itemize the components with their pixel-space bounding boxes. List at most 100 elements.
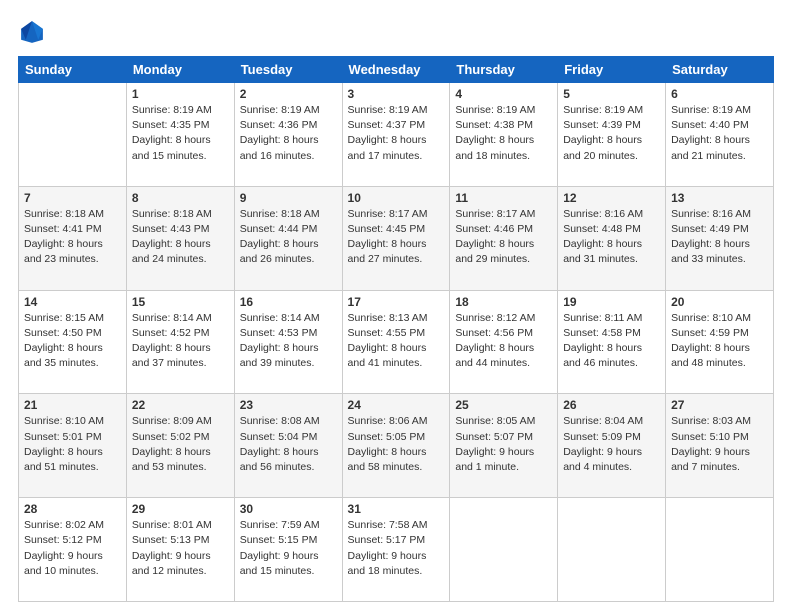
week-row-2: 14 Sunrise: 8:15 AMSunset: 4:50 PMDayligh…: [19, 290, 774, 394]
calendar-cell: 17Sunrise: 8:13 AMSunset: 4:55 PMDayligh…: [342, 290, 450, 394]
day-info: Sunrise: 8:11 AMSunset: 4:58 PMDaylight:…: [563, 311, 660, 372]
day-info: Sunrise: 8:18 AMSunset: 4:41 PMDaylight:…: [24, 207, 121, 268]
calendar-cell: 8Sunrise: 8:18 AMSunset: 4:43 PMDaylight…: [126, 186, 234, 290]
day-number: 20: [671, 295, 768, 309]
day-info: Sunrise: 8:08 AMSunset: 5:04 PMDaylight:…: [240, 414, 337, 475]
calendar-cell: 20 Sunrise: 8:10 AMSunset: 4:59 PMDayligh…: [666, 290, 774, 394]
week-row-1: 7 Sunrise: 8:18 AMSunset: 4:41 PMDaylight…: [19, 186, 774, 290]
day-number: 19: [563, 295, 660, 309]
calendar-cell: 7 Sunrise: 8:18 AMSunset: 4:41 PMDaylight…: [19, 186, 127, 290]
calendar-cell: 18 Sunrise: 8:12 AMSunset: 4:56 PMDayligh…: [450, 290, 558, 394]
week-row-0: 1Sunrise: 8:19 AMSunset: 4:35 PMDaylight…: [19, 83, 774, 187]
day-info: Sunrise: 8:06 AMSunset: 5:05 PMDaylight:…: [348, 414, 445, 475]
day-info: Sunrise: 8:17 AMSunset: 4:45 PMDaylight:…: [348, 207, 445, 268]
day-number: 12: [563, 191, 660, 205]
weekday-header-tuesday: Tuesday: [234, 57, 342, 83]
weekday-header-row: SundayMondayTuesdayWednesdayThursdayFrid…: [19, 57, 774, 83]
logo: [18, 18, 50, 46]
day-info: Sunrise: 8:09 AMSunset: 5:02 PMDaylight:…: [132, 414, 229, 475]
calendar-cell: 29 Sunrise: 8:01 AMSunset: 5:13 PMDayligh…: [126, 498, 234, 602]
day-info: Sunrise: 8:01 AMSunset: 5:13 PMDaylight:…: [132, 518, 229, 579]
day-info: Sunrise: 8:03 AMSunset: 5:10 PMDaylight:…: [671, 414, 768, 475]
day-info: Sunrise: 8:19 AMSunset: 4:38 PMDaylight:…: [455, 103, 552, 164]
day-number: 8: [132, 191, 229, 205]
calendar-cell: 26Sunrise: 8:04 AMSunset: 5:09 PMDayligh…: [558, 394, 666, 498]
calendar-cell: 15 Sunrise: 8:14 AMSunset: 4:52 PMDayligh…: [126, 290, 234, 394]
day-number: 28: [24, 502, 121, 516]
calendar-cell: [558, 498, 666, 602]
day-info: Sunrise: 7:59 AMSunset: 5:15 PMDaylight:…: [240, 518, 337, 579]
day-number: 6: [671, 87, 768, 101]
day-info: Sunrise: 8:19 AMSunset: 4:37 PMDaylight:…: [348, 103, 445, 164]
day-number: 13: [671, 191, 768, 205]
calendar-cell: 11 Sunrise: 8:17 AMSunset: 4:46 PMDayligh…: [450, 186, 558, 290]
day-info: Sunrise: 8:17 AMSunset: 4:46 PMDaylight:…: [455, 207, 552, 268]
day-info: Sunrise: 8:02 AMSunset: 5:12 PMDaylight:…: [24, 518, 121, 579]
header: [18, 18, 774, 46]
week-row-4: 28 Sunrise: 8:02 AMSunset: 5:12 PMDayligh…: [19, 498, 774, 602]
calendar-cell: 12 Sunrise: 8:16 AMSunset: 4:48 PMDayligh…: [558, 186, 666, 290]
page: SundayMondayTuesdayWednesdayThursdayFrid…: [0, 0, 792, 612]
day-info: Sunrise: 8:16 AMSunset: 4:48 PMDaylight:…: [563, 207, 660, 268]
weekday-header-sunday: Sunday: [19, 57, 127, 83]
weekday-header-monday: Monday: [126, 57, 234, 83]
day-number: 7: [24, 191, 121, 205]
day-info: Sunrise: 8:19 AMSunset: 4:36 PMDaylight:…: [240, 103, 337, 164]
day-info: Sunrise: 8:15 AMSunset: 4:50 PMDaylight:…: [24, 311, 121, 372]
day-number: 18: [455, 295, 552, 309]
day-number: 3: [348, 87, 445, 101]
day-number: 10: [348, 191, 445, 205]
calendar-cell: [450, 498, 558, 602]
day-number: 29: [132, 502, 229, 516]
weekday-header-friday: Friday: [558, 57, 666, 83]
day-number: 16: [240, 295, 337, 309]
calendar-cell: 13Sunrise: 8:16 AMSunset: 4:49 PMDayligh…: [666, 186, 774, 290]
calendar-cell: 28 Sunrise: 8:02 AMSunset: 5:12 PMDayligh…: [19, 498, 127, 602]
calendar-cell: 27 Sunrise: 8:03 AMSunset: 5:10 PMDayligh…: [666, 394, 774, 498]
calendar-cell: 10 Sunrise: 8:17 AMSunset: 4:45 PMDayligh…: [342, 186, 450, 290]
day-info: Sunrise: 8:19 AMSunset: 4:39 PMDaylight:…: [563, 103, 660, 164]
calendar-cell: 25 Sunrise: 8:05 AMSunset: 5:07 PMDayligh…: [450, 394, 558, 498]
calendar-cell: 21 Sunrise: 8:10 AMSunset: 5:01 PMDayligh…: [19, 394, 127, 498]
day-number: 14: [24, 295, 121, 309]
day-number: 9: [240, 191, 337, 205]
calendar-cell: 4Sunrise: 8:19 AMSunset: 4:38 PMDaylight…: [450, 83, 558, 187]
weekday-header-thursday: Thursday: [450, 57, 558, 83]
calendar-cell: 22 Sunrise: 8:09 AMSunset: 5:02 PMDayligh…: [126, 394, 234, 498]
day-number: 22: [132, 398, 229, 412]
day-number: 21: [24, 398, 121, 412]
day-number: 23: [240, 398, 337, 412]
calendar-cell: 31Sunrise: 7:58 AMSunset: 5:17 PMDayligh…: [342, 498, 450, 602]
weekday-header-saturday: Saturday: [666, 57, 774, 83]
calendar-cell: 1Sunrise: 8:19 AMSunset: 4:35 PMDaylight…: [126, 83, 234, 187]
day-info: Sunrise: 8:05 AMSunset: 5:07 PMDaylight:…: [455, 414, 552, 475]
calendar-cell: 2 Sunrise: 8:19 AMSunset: 4:36 PMDaylight…: [234, 83, 342, 187]
day-number: 27: [671, 398, 768, 412]
day-info: Sunrise: 8:12 AMSunset: 4:56 PMDaylight:…: [455, 311, 552, 372]
day-info: Sunrise: 8:13 AMSunset: 4:55 PMDaylight:…: [348, 311, 445, 372]
calendar-cell: [19, 83, 127, 187]
calendar-cell: 30 Sunrise: 7:59 AMSunset: 5:15 PMDayligh…: [234, 498, 342, 602]
calendar-cell: 16Sunrise: 8:14 AMSunset: 4:53 PMDayligh…: [234, 290, 342, 394]
calendar-cell: 3 Sunrise: 8:19 AMSunset: 4:37 PMDaylight…: [342, 83, 450, 187]
day-number: 5: [563, 87, 660, 101]
day-number: 11: [455, 191, 552, 205]
day-info: Sunrise: 8:10 AMSunset: 4:59 PMDaylight:…: [671, 311, 768, 372]
day-info: Sunrise: 8:19 AMSunset: 4:40 PMDaylight:…: [671, 103, 768, 164]
calendar-cell: 23 Sunrise: 8:08 AMSunset: 5:04 PMDayligh…: [234, 394, 342, 498]
day-number: 2: [240, 87, 337, 101]
day-number: 15: [132, 295, 229, 309]
day-number: 26: [563, 398, 660, 412]
calendar-cell: 24 Sunrise: 8:06 AMSunset: 5:05 PMDayligh…: [342, 394, 450, 498]
day-number: 30: [240, 502, 337, 516]
calendar-cell: 14 Sunrise: 8:15 AMSunset: 4:50 PMDayligh…: [19, 290, 127, 394]
calendar-cell: [666, 498, 774, 602]
calendar-table: SundayMondayTuesdayWednesdayThursdayFrid…: [18, 56, 774, 602]
day-number: 25: [455, 398, 552, 412]
day-number: 31: [348, 502, 445, 516]
day-number: 24: [348, 398, 445, 412]
day-info: Sunrise: 8:14 AMSunset: 4:52 PMDaylight:…: [132, 311, 229, 372]
day-info: Sunrise: 8:18 AMSunset: 4:44 PMDaylight:…: [240, 207, 337, 268]
day-number: 1: [132, 87, 229, 101]
day-info: Sunrise: 8:10 AMSunset: 5:01 PMDaylight:…: [24, 414, 121, 475]
